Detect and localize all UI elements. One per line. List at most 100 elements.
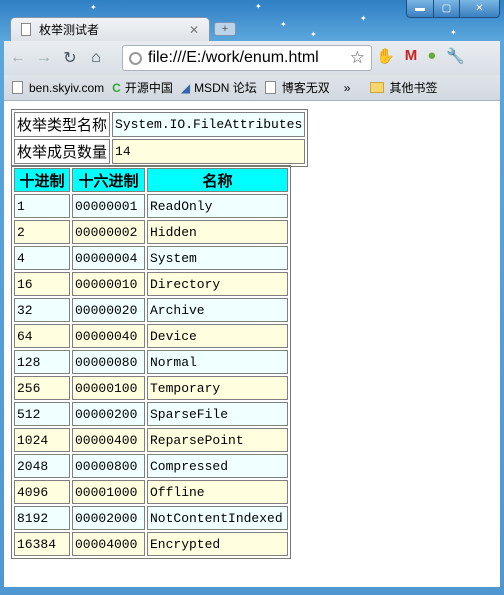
- bookmarks-overflow[interactable]: »: [344, 81, 351, 95]
- name-cell: Encrypted: [147, 532, 288, 556]
- maximize-button[interactable]: ▢: [433, 0, 459, 17]
- decimal-cell: 512: [14, 402, 70, 426]
- gmail-icon[interactable]: M: [405, 47, 418, 65]
- home-icon[interactable]: ⌂: [84, 49, 108, 67]
- name-cell: Archive: [147, 298, 288, 322]
- tab-title: 枚举测试者: [39, 23, 100, 37]
- decimal-cell: 1: [14, 194, 70, 218]
- count-value: 14: [112, 139, 306, 164]
- bookmark-item[interactable]: C 开源中国: [112, 79, 173, 96]
- hex-cell: 00000400: [72, 428, 145, 452]
- folder-icon: [370, 82, 385, 93]
- name-cell: Compressed: [147, 454, 288, 478]
- page-icon: [12, 81, 23, 94]
- bookmark-label: 开源中国: [124, 81, 173, 95]
- table-row: 128 00000080 Normal: [14, 350, 288, 374]
- bookmark-item[interactable]: ◢ MSDN 论坛: [181, 79, 257, 96]
- bookmark-label: ben.skyiv.com: [29, 80, 105, 95]
- decor-star: ✦: [360, 14, 367, 23]
- decor-star: ✦: [255, 2, 262, 11]
- name-cell: NotContentIndexed: [147, 506, 288, 530]
- name-cell: ReadOnly: [147, 194, 288, 218]
- hex-cell: 00002000: [72, 506, 145, 530]
- decor-star: ✦: [310, 30, 317, 39]
- decor-star: ✦: [450, 28, 457, 37]
- table-row: 16 00000010 Directory: [14, 272, 288, 296]
- name-cell: Offline: [147, 480, 288, 504]
- decimal-cell: 4096: [14, 480, 70, 504]
- window-controls: ▬ ▢ ✕: [406, 0, 500, 18]
- hex-cell: 00000100: [72, 376, 145, 400]
- back-icon[interactable]: ←: [6, 49, 30, 67]
- hex-cell: 00000020: [72, 298, 145, 322]
- decimal-cell: 4: [14, 246, 70, 270]
- other-bookmarks-label: 其他书签: [389, 81, 438, 95]
- table-row: 16384 00004000 Encrypted: [14, 532, 288, 556]
- decimal-cell: 2: [14, 220, 70, 244]
- type-label: 枚举类型名称: [14, 112, 111, 137]
- wrench-icon[interactable]: 🔧: [446, 47, 465, 65]
- bookmark-label: MSDN 论坛: [194, 81, 257, 95]
- hex-cell: 00000001: [72, 194, 145, 218]
- decimal-cell: 8192: [14, 506, 70, 530]
- globe-icon: [129, 51, 142, 65]
- url-text[interactable]: file:///E:/work/enum.html: [148, 49, 319, 67]
- name-cell: Hidden: [147, 220, 288, 244]
- page-icon: [264, 81, 276, 94]
- hex-cell: 00000080: [72, 350, 145, 374]
- close-window-button[interactable]: ✕: [459, 0, 499, 17]
- bookmark-label: 博客无双: [281, 81, 330, 95]
- decimal-cell: 2048: [14, 454, 70, 478]
- hex-cell: 00000800: [72, 454, 145, 478]
- bookmark-item[interactable]: ben.skyiv.com: [12, 81, 104, 95]
- oschina-icon: C: [112, 80, 121, 95]
- table-row: 1 00000001 ReadOnly: [14, 194, 288, 218]
- decimal-cell: 32: [14, 298, 70, 322]
- address-bar[interactable]: file:///E:/work/enum.html ☆: [122, 45, 372, 71]
- column-header-decimal: 十进制: [14, 168, 70, 192]
- table-row: 2 00000002 Hidden: [14, 220, 288, 244]
- other-bookmarks[interactable]: 其他书签: [370, 79, 437, 96]
- reload-icon[interactable]: ↻: [58, 48, 82, 68]
- column-header-name: 名称: [147, 168, 288, 192]
- column-header-hex: 十六进制: [72, 168, 145, 192]
- adblock-icon[interactable]: ✋: [376, 47, 395, 65]
- table-row: 1024 00000400 ReparsePoint: [14, 428, 288, 452]
- bookmark-star-icon[interactable]: ☆: [350, 48, 365, 68]
- type-value: System.IO.FileAttributes: [112, 112, 306, 137]
- extension-icon[interactable]: ●: [427, 47, 436, 65]
- hex-cell: 00000040: [72, 324, 145, 348]
- table-row: 4 00000004 System: [14, 246, 288, 270]
- msdn-icon: ◢: [180, 80, 191, 95]
- bookmark-item[interactable]: 博客无双: [264, 79, 330, 96]
- decimal-cell: 16: [14, 272, 70, 296]
- table-row: 512 00000200 SparseFile: [14, 402, 288, 426]
- name-cell: Temporary: [147, 376, 288, 400]
- decimal-cell: 256: [14, 376, 70, 400]
- hex-cell: 00000010: [72, 272, 145, 296]
- decimal-cell: 128: [14, 350, 70, 374]
- close-tab-icon[interactable]: ✕: [189, 23, 199, 37]
- hex-cell: 00000200: [72, 402, 145, 426]
- page-content: 枚举类型名称 System.IO.FileAttributes 枚举成员数量 14 …: [4, 101, 500, 587]
- hex-cell: 00001000: [72, 480, 145, 504]
- enum-members-table: 十进制 十六进制 名称 1 00000001 ReadOnly 2 00000002 Hi…: [11, 165, 291, 559]
- page-icon: [21, 23, 31, 36]
- table-row: 8192 00002000 NotContentIndexed: [14, 506, 288, 530]
- name-cell: SparseFile: [147, 402, 288, 426]
- decor-star: ✦: [280, 20, 287, 29]
- new-tab-button[interactable]: +: [214, 22, 236, 36]
- bookmarks-bar: ben.skyiv.com C 开源中国 ◢ MSDN 论坛 博客无双 » 其他书签: [4, 75, 500, 101]
- decimal-cell: 16384: [14, 532, 70, 556]
- name-cell: Normal: [147, 350, 288, 374]
- tab-active[interactable]: 枚举测试者 ✕: [10, 17, 210, 41]
- minimize-button[interactable]: ▬: [407, 0, 433, 17]
- table-row: 256 00000100 Temporary: [14, 376, 288, 400]
- forward-icon[interactable]: →: [32, 49, 56, 67]
- toolbar: ← → ↻ ⌂ file:///E:/work/enum.html ☆ ✋ M …: [4, 41, 500, 75]
- name-cell: System: [147, 246, 288, 270]
- hex-cell: 00000002: [72, 220, 145, 244]
- decor-star: ✦: [90, 3, 97, 12]
- count-label: 枚举成员数量: [14, 139, 111, 164]
- table-row: 32 00000020 Archive: [14, 298, 288, 322]
